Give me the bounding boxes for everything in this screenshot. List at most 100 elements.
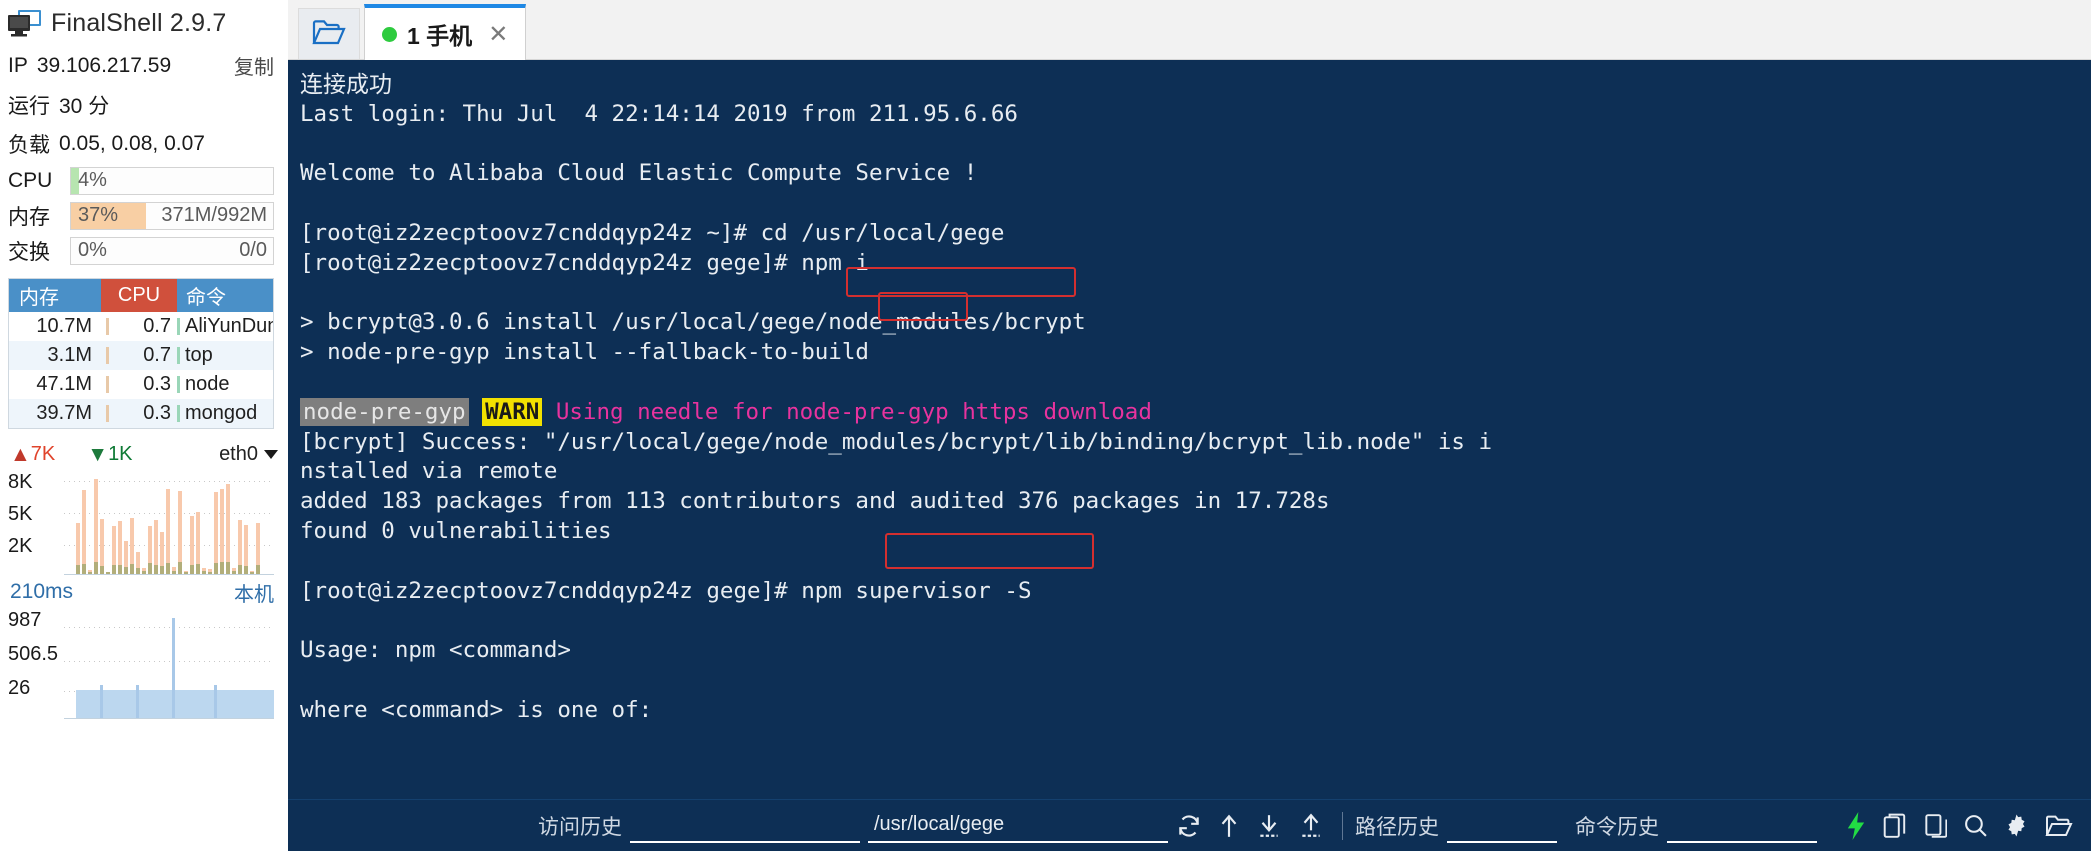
terminal-line: > bcrypt@3.0.6 install /usr/local/gege/n… (300, 309, 1086, 336)
path-history-field[interactable] (1447, 809, 1557, 843)
bar (244, 565, 248, 574)
chevron-down-icon[interactable] (264, 449, 278, 459)
cell-cpu: 0.3 (143, 402, 171, 424)
meter-detail: 0/0 (239, 239, 267, 261)
bar (166, 562, 170, 574)
meter-row-2: 交换 0% 0/0 (0, 233, 288, 268)
col-header-command[interactable]: 命令 (177, 279, 273, 312)
meter-row-0: CPU 4% (0, 163, 288, 198)
meter-bar: 4% (70, 166, 274, 195)
open-folder-button[interactable] (298, 8, 360, 60)
copy-icon[interactable] (1883, 813, 1907, 839)
bar (178, 562, 182, 574)
cell-memory: 10.7M (36, 315, 92, 337)
terminal-line: Usage: npm <command> (300, 637, 571, 664)
folder-icon[interactable] (2045, 814, 2073, 838)
bar (154, 564, 158, 574)
table-row[interactable]: 10.7M 0.7 AliYunDun (9, 312, 273, 341)
bar (100, 684, 103, 718)
warn-level-badge: WARN (482, 397, 543, 426)
memory-bar (101, 312, 113, 341)
bar (118, 565, 122, 574)
bar (82, 489, 86, 574)
load-value: 0.05, 0.08, 0.07 (59, 131, 205, 155)
app-title: FinalShell 2.9.7 (51, 8, 227, 37)
gridline (64, 661, 274, 662)
bar (214, 491, 218, 574)
bar (94, 561, 98, 574)
bar (148, 563, 152, 574)
latency-value: 210ms (10, 580, 74, 603)
bar (220, 562, 224, 574)
command-history-label[interactable]: 命令历史 (1575, 811, 1659, 841)
paste-icon[interactable] (1923, 813, 1947, 839)
lightning-icon[interactable] (1845, 811, 1867, 840)
uptime-value: 30 分 (59, 94, 110, 118)
search-icon[interactable] (1963, 813, 1988, 838)
bar (172, 617, 175, 718)
ip-row: IP 39.106.217.59 复制 (0, 46, 288, 85)
bar (160, 565, 164, 574)
meter-bar: 0% 0/0 (70, 236, 274, 265)
tab-1-shouji[interactable]: 1 手机 ✕ (364, 4, 526, 60)
command-history-field[interactable] (1667, 809, 1817, 843)
network-upload-value: 7K (30, 442, 56, 465)
download-icon[interactable] (1256, 813, 1282, 839)
main-area: 1 手机 ✕ 连接成功 Last login: Thu Jul 4 22:14:1… (288, 0, 2091, 851)
access-history-label[interactable]: 访问历史 (538, 811, 622, 841)
bar (196, 563, 200, 574)
cpu-bar (171, 341, 185, 370)
process-table[interactable]: 内存 CPU 命令 10.7M 0.7 AliYunDun 3.1M 0.7 top 47.… (8, 278, 274, 429)
path-history-label[interactable]: 路径历史 (1355, 811, 1439, 841)
memory-bar (101, 399, 113, 428)
bar (142, 571, 146, 574)
toolbar-divider (1342, 811, 1343, 840)
bar (238, 564, 242, 574)
meter-label: 内存 (8, 205, 50, 229)
access-history-field[interactable] (630, 809, 860, 843)
table-row[interactable]: 39.7M 0.3 mongod (9, 399, 273, 428)
refresh-icon[interactable] (1176, 813, 1202, 839)
latency-y-axis: 987 506.5 26 (8, 609, 60, 711)
warn-message: Using needle for node-pre-gyp https down… (555, 398, 1152, 425)
cpu-bar (171, 312, 185, 341)
terminal-line: node-pre-gyp WARN Using needle for node-… (300, 397, 2091, 428)
meter-label: 交换 (8, 240, 50, 264)
bar (130, 563, 134, 574)
terminal-line: [bcrypt] Success: "/usr/local/gege/node_… (300, 428, 1493, 455)
bar (214, 562, 218, 574)
cell-command: AliYunDun (185, 315, 273, 337)
meter-label: CPU (8, 168, 53, 192)
col-header-cpu[interactable]: CPU (101, 279, 177, 312)
warn-source-tag: node-pre-gyp (300, 397, 469, 426)
uptime-row: 运行 30 分 (0, 85, 288, 124)
bar (136, 684, 139, 718)
meter-bar: 37% 371M/992M (70, 201, 274, 230)
axis-tick-label: 2K (8, 535, 33, 557)
upload-icon[interactable] (1298, 813, 1324, 839)
gear-icon[interactable] (2004, 813, 2029, 838)
copy-ip-button[interactable]: 复制 (234, 51, 274, 80)
load-row: 负载 0.05, 0.08, 0.07 (0, 124, 288, 163)
terminal-output[interactable]: 连接成功 Last login: Thu Jul 4 22:14:14 2019 … (288, 60, 2091, 799)
col-header-memory[interactable]: 内存 (9, 279, 101, 312)
connected-dot-icon (382, 26, 397, 42)
latency-scope-label: 本机 (234, 583, 274, 606)
table-row[interactable]: 47.1M 0.3 node (9, 370, 273, 399)
axis-tick-label: 8K (8, 471, 33, 493)
latency-graph-wrap: 987 506.5 26 (6, 609, 274, 719)
latency-chart (64, 609, 274, 719)
cell-memory: 39.7M (36, 402, 92, 424)
tab-bar: 1 手机 ✕ (288, 0, 2091, 60)
monitor-icon (8, 9, 42, 37)
gridline (64, 627, 274, 628)
go-up-icon[interactable] (1218, 813, 1240, 839)
table-row[interactable]: 3.1M 0.7 top (9, 341, 273, 370)
close-icon[interactable]: ✕ (488, 20, 508, 49)
bar (232, 571, 236, 574)
network-interface-selector[interactable]: eth0 (219, 443, 278, 466)
network-traffic-chart (64, 471, 274, 575)
path-field[interactable]: /usr/local/gege (868, 809, 1168, 843)
network-download-value: 1K (108, 442, 133, 465)
